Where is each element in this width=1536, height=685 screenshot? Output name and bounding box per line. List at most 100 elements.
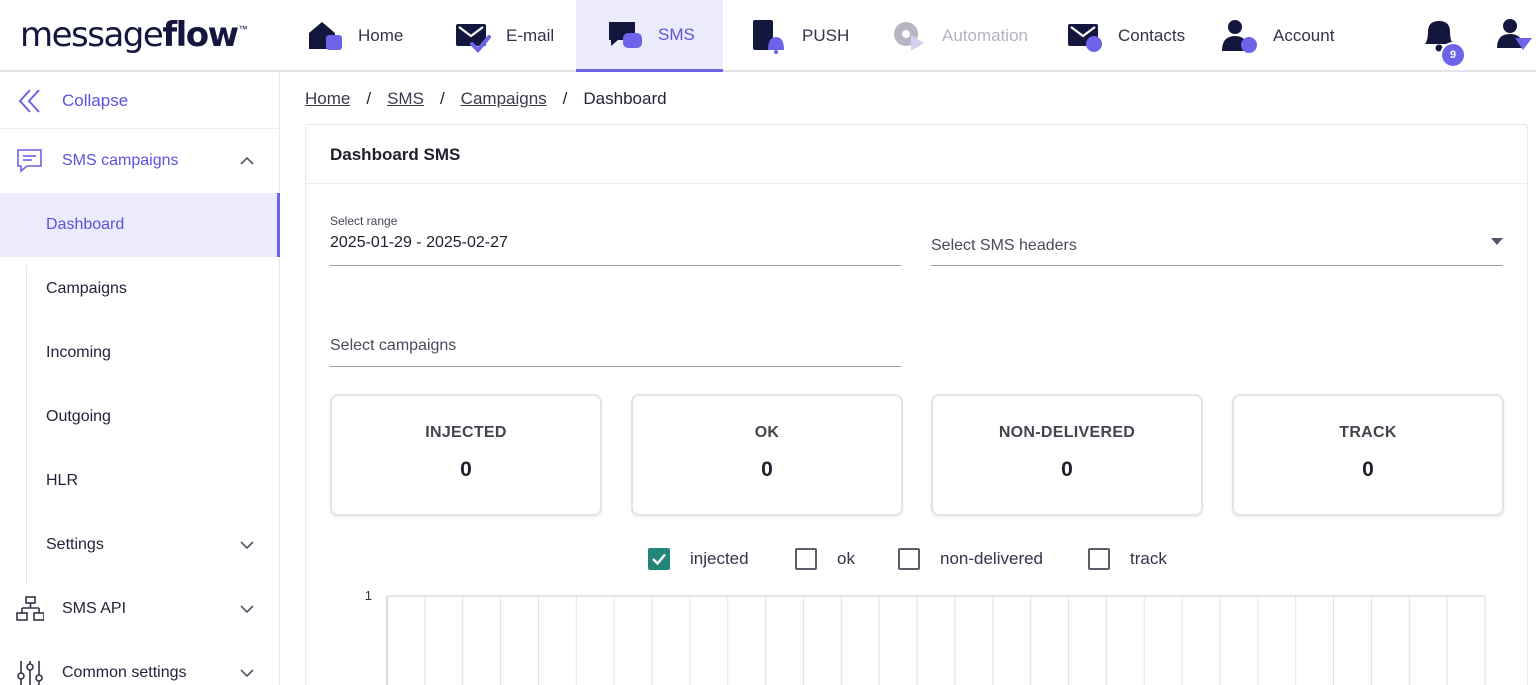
stat-value: 0 <box>761 458 773 481</box>
legend-non-delivered[interactable]: non-delivered <box>898 546 1043 572</box>
sidebar-item-settings[interactable]: Settings <box>27 513 279 577</box>
checkbox-icon[interactable] <box>898 548 920 570</box>
nav-automation[interactable]: Automation <box>876 0 1046 72</box>
nav-push-label: PUSH <box>802 26 850 45</box>
messageflow-logo[interactable]: message flow ™ <box>20 12 248 58</box>
stat-value: 0 <box>1362 458 1374 481</box>
breadcrumb-current: Dashboard <box>583 89 667 108</box>
nav-home-label: Home <box>358 26 404 45</box>
sidebar-item-label: Campaigns <box>46 280 127 297</box>
sidebar: Collapse SMS campaigns Dashboard Campaig… <box>0 72 280 685</box>
nav-contacts[interactable]: Contacts <box>1052 0 1202 72</box>
nav-push[interactable]: PUSH <box>736 0 866 72</box>
nav-automation-label: Automation <box>942 26 1028 45</box>
breadcrumb-separator: / <box>366 89 372 108</box>
date-range-label: Select range <box>330 214 398 228</box>
home-icon <box>306 17 344 55</box>
caret-down-icon <box>1491 238 1503 245</box>
nav-sms-label: SMS <box>658 24 695 44</box>
breadcrumb: Home / SMS / Campaigns / Dashboard <box>305 89 667 109</box>
double-chevron-left-icon <box>16 87 44 115</box>
automation-icon <box>890 17 928 55</box>
nav-account[interactable]: Account <box>1207 0 1357 72</box>
sms-headers-select[interactable]: Select SMS headers <box>931 214 1503 266</box>
nav-sms[interactable]: SMS <box>576 0 723 72</box>
sidebar-item-label: Settings <box>46 536 104 553</box>
legend-label: injected <box>690 549 749 568</box>
sms-headers-placeholder: Select SMS headers <box>931 237 1077 254</box>
legend-label: ok <box>837 549 855 568</box>
nav-home[interactable]: Home <box>292 0 422 72</box>
nav-account-label: Account <box>1273 26 1335 45</box>
chevron-up-icon <box>238 152 256 170</box>
sidebar-common-settings[interactable]: Common settings <box>0 641 279 685</box>
checkbox-icon[interactable] <box>795 548 817 570</box>
collapse-label: Collapse <box>62 91 129 110</box>
stat-title: NON-DELIVERED <box>998 424 1136 441</box>
legend-injected[interactable]: injected <box>648 546 749 572</box>
legend-label: track <box>1130 549 1167 568</box>
sliders-icon <box>16 659 44 685</box>
legend-ok[interactable]: ok <box>795 546 855 572</box>
notification-badge[interactable]: 9 <box>1440 42 1466 68</box>
date-range-value: 2025-01-29 - 2025-02-27 <box>330 234 508 251</box>
sidebar-item-label: HLR <box>46 472 79 489</box>
chevron-down-icon <box>238 600 256 618</box>
y-tick-label: 1 <box>365 588 372 603</box>
logo-trademark: ™ <box>238 24 248 34</box>
sidebar-item-incoming[interactable]: Incoming <box>27 321 279 385</box>
breadcrumb-separator: / <box>562 89 568 108</box>
sidebar-sms-api[interactable]: SMS API <box>0 577 279 641</box>
stat-value: 0 <box>1061 458 1073 481</box>
collapse-button[interactable]: Collapse <box>0 72 279 129</box>
stat-card-injected: INJECTED 0 <box>330 394 602 516</box>
chat-icon <box>16 147 44 175</box>
stat-value: 0 <box>460 458 472 481</box>
date-range-field[interactable]: Select range 2025-01-29 - 2025-02-27 <box>330 214 901 266</box>
stat-card-non-delivered: NON-DELIVERED 0 <box>931 394 1203 516</box>
stat-title: OK <box>754 424 780 441</box>
email-icon <box>454 17 492 55</box>
breadcrumb-campaigns[interactable]: Campaigns <box>461 89 547 109</box>
chevron-down-icon <box>238 664 256 682</box>
stat-card-track: TRACK 0 <box>1232 394 1504 516</box>
account-icon <box>1221 17 1259 55</box>
stat-title: INJECTED <box>425 424 507 441</box>
top-bar: message flow ™ Home E-mail SMS PUSH Auto… <box>0 0 1536 72</box>
legend-label: non-delivered <box>940 549 1044 568</box>
campaigns-select[interactable]: Select campaigns <box>330 320 901 367</box>
sidebar-sms-campaigns[interactable]: SMS campaigns <box>0 129 279 193</box>
card-divider <box>306 183 1527 184</box>
sidebar-item-label: Dashboard <box>46 216 125 233</box>
sms-icon <box>606 16 644 54</box>
push-icon <box>750 17 788 55</box>
sidebar-item-outgoing[interactable]: Outgoing <box>27 385 279 449</box>
breadcrumb-home[interactable]: Home <box>305 89 350 109</box>
breadcrumb-sms[interactable]: SMS <box>387 89 424 109</box>
legend-track[interactable]: track <box>1088 546 1167 572</box>
user-menu-icon[interactable] <box>1496 16 1534 54</box>
sidebar-item-label: Outgoing <box>46 408 111 425</box>
nav-email[interactable]: E-mail <box>440 0 570 72</box>
page-title: Dashboard SMS <box>330 145 461 164</box>
sidebar-sms-api-label: SMS API <box>62 600 127 617</box>
stat-card-ok: OK 0 <box>631 394 903 516</box>
sidebar-item-campaigns[interactable]: Campaigns <box>27 257 279 321</box>
checkbox-checked-icon[interactable] <box>648 548 670 570</box>
logo-text-bold: flow <box>162 15 239 55</box>
sitemap-icon <box>16 595 45 623</box>
nav-email-label: E-mail <box>506 26 555 45</box>
chevron-down-icon <box>238 536 256 554</box>
nav-contacts-label: Contacts <box>1118 26 1186 45</box>
checkbox-icon[interactable] <box>1088 548 1110 570</box>
sidebar-item-hlr[interactable]: HLR <box>27 449 279 513</box>
sidebar-item-label: Incoming <box>46 344 111 361</box>
contacts-icon <box>1066 17 1104 55</box>
campaigns-placeholder: Select campaigns <box>330 337 457 354</box>
logo-text-light: message <box>20 15 164 55</box>
stat-title: TRACK <box>1339 424 1397 441</box>
sidebar-item-dashboard[interactable]: Dashboard <box>0 193 280 257</box>
breadcrumb-separator: / <box>439 89 445 108</box>
daily-chart: 1 <box>365 588 1486 685</box>
sidebar-sms-campaigns-label: SMS campaigns <box>62 152 179 169</box>
